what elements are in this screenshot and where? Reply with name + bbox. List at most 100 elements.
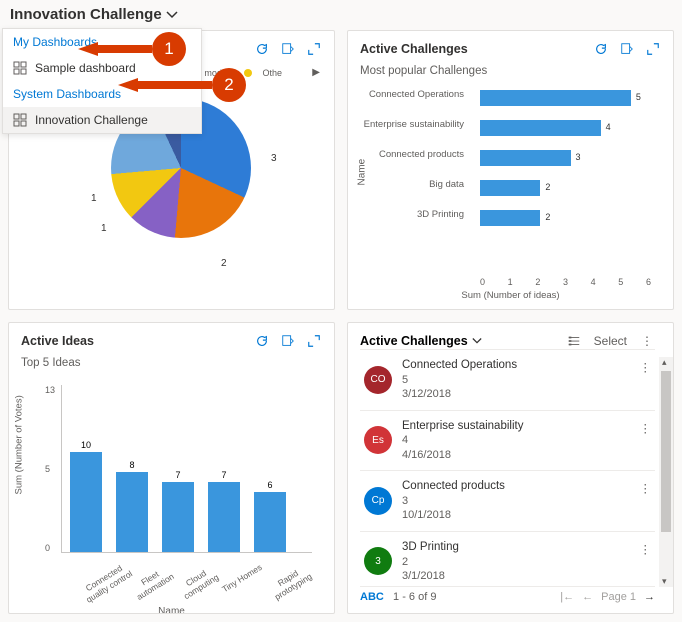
vbar-value: 7 — [221, 470, 226, 480]
hbar-row: 5 — [480, 83, 661, 113]
y-axis-label: Sum (Number of Votes) — [14, 395, 25, 494]
expand-icon[interactable] — [306, 333, 322, 349]
item-more-icon[interactable]: ⋮ — [640, 360, 652, 374]
expand-icon[interactable] — [306, 41, 322, 57]
card-title: Active Ideas — [21, 334, 94, 348]
vbar-value: 8 — [129, 460, 134, 470]
expand-icon[interactable] — [645, 41, 661, 57]
list-title: Active Challenges — [360, 334, 468, 348]
avatar: CO — [364, 366, 392, 394]
vbar: 10 — [70, 452, 102, 552]
callout-2-number: 2 — [212, 68, 246, 102]
item-count: 5 — [402, 373, 517, 387]
hbar-row: 2 — [480, 203, 661, 233]
card-subtitle: Most popular Challenges — [360, 65, 661, 77]
active-challenges-chart-card: Active Challenges Most popular Challenge… — [347, 30, 674, 310]
hbar-category: Big data — [360, 179, 470, 190]
item-name: Connected Operations — [402, 358, 517, 373]
list-item[interactable]: CO Connected Operations53/12/2018 ⋮ — [360, 350, 655, 411]
item-name: 3D Printing — [402, 540, 459, 555]
item-count: 2 — [402, 555, 459, 569]
hbar-category: 3D Printing — [360, 209, 470, 220]
hbar-row: 2 — [480, 173, 661, 203]
innovation-challenge-label: Innovation Challenge — [35, 113, 148, 127]
vbar-category: Fleet automation — [124, 559, 182, 606]
vbar-value: 6 — [267, 480, 272, 490]
vbar: 7 — [208, 482, 240, 552]
challenges-list: CO Connected Operations53/12/2018 ⋮ Es Enter… — [360, 349, 655, 586]
vbar-category: Cloud computing — [170, 559, 228, 606]
vbar-value: 10 — [81, 440, 91, 450]
item-date: 3/12/2018 — [402, 387, 517, 401]
item-name: Enterprise sustainability — [402, 419, 523, 434]
refresh-icon[interactable] — [254, 333, 270, 349]
dashboard-icon — [13, 61, 27, 75]
item-date: 4/16/2018 — [402, 448, 523, 462]
card-title: Active Challenges — [360, 42, 468, 56]
record-range: 1 - 6 of 9 — [393, 591, 436, 603]
active-ideas-card: Active Ideas Top 5 Ideas Sum (Number of … — [8, 322, 335, 614]
hbar-value: 2 — [545, 212, 550, 222]
scrollbar[interactable]: ▴ ▾ — [659, 357, 673, 587]
chevron-down-icon[interactable] — [472, 336, 482, 346]
item-more-icon[interactable]: ⋮ — [640, 421, 652, 435]
more-icon[interactable]: ⋮ — [639, 333, 655, 349]
item-more-icon[interactable]: ⋮ — [640, 542, 652, 556]
abc-toggle[interactable]: ABC — [360, 591, 384, 603]
x-axis-label: Name — [158, 606, 185, 614]
vbar-value: 7 — [175, 470, 180, 480]
hbar: 2 — [480, 210, 540, 226]
item-name: Connected products — [402, 479, 505, 494]
hbar-category: Enterprise sustainability — [360, 119, 470, 130]
hbar-row: 4 — [480, 113, 661, 143]
x-axis-label: Sum (Number of ideas) — [461, 290, 559, 301]
callout-1: 1 — [78, 32, 186, 66]
item-more-icon[interactable]: ⋮ — [640, 481, 652, 495]
view-records-icon[interactable] — [280, 333, 296, 349]
view-records-icon[interactable] — [619, 41, 635, 57]
avatar: Cp — [364, 487, 392, 515]
view-records-icon[interactable] — [280, 41, 296, 57]
vbar: 8 — [116, 472, 148, 552]
list-item[interactable]: Es Enterprise sustainability44/16/2018 ⋮ — [360, 411, 655, 472]
vbar: 6 — [254, 492, 286, 552]
dashboard-title: Innovation Challenge — [10, 6, 162, 23]
avatar: 3 — [364, 547, 392, 575]
vbar-category: Rapid prototyping — [262, 559, 320, 606]
chevron-down-icon — [166, 9, 178, 21]
active-challenges-list-card: Active Challenges Select ⋮ CO Connected O… — [347, 322, 674, 614]
hbar: 2 — [480, 180, 540, 196]
select-button[interactable]: Select — [594, 334, 627, 348]
item-date: 3/1/2018 — [402, 569, 459, 583]
hbar-value: 5 — [636, 92, 641, 102]
item-count: 4 — [402, 433, 523, 447]
hbar: 3 — [480, 150, 571, 166]
hbar-category: Connected products — [360, 149, 470, 160]
hbar-value: 2 — [545, 182, 550, 192]
hbar-category: Connected Operations — [360, 89, 470, 100]
refresh-icon[interactable] — [254, 41, 270, 57]
innovation-challenge-item[interactable]: Innovation Challenge — [3, 107, 201, 133]
prev-page-button[interactable]: ← — [582, 591, 593, 603]
card-subtitle: Top 5 Ideas — [21, 357, 322, 369]
hbar-value: 4 — [606, 122, 611, 132]
dashboard-icon — [13, 113, 27, 127]
item-count: 3 — [402, 494, 505, 508]
page-indicator: Page 1 — [601, 591, 636, 603]
next-page-button[interactable]: → — [644, 591, 655, 603]
view-selector-icon[interactable] — [566, 333, 582, 349]
first-page-button[interactable]: |← — [560, 591, 574, 603]
callout-2: 2 — [118, 68, 246, 102]
list-item[interactable]: Cp Connected products310/1/2018 ⋮ — [360, 471, 655, 532]
refresh-icon[interactable] — [593, 41, 609, 57]
hbar: 5 — [480, 90, 631, 106]
hbar-value: 3 — [575, 152, 580, 162]
vbar: 7 — [162, 482, 194, 552]
item-date: 10/1/2018 — [402, 508, 505, 522]
avatar: Es — [364, 426, 392, 454]
hbar: 4 — [480, 120, 601, 136]
callout-1-number: 1 — [152, 32, 186, 66]
dashboard-title-dropdown[interactable]: Innovation Challenge — [10, 6, 178, 23]
hbar-row: 3 — [480, 143, 661, 173]
list-item[interactable]: 3 3D Printing23/1/2018 ⋮ — [360, 532, 655, 586]
